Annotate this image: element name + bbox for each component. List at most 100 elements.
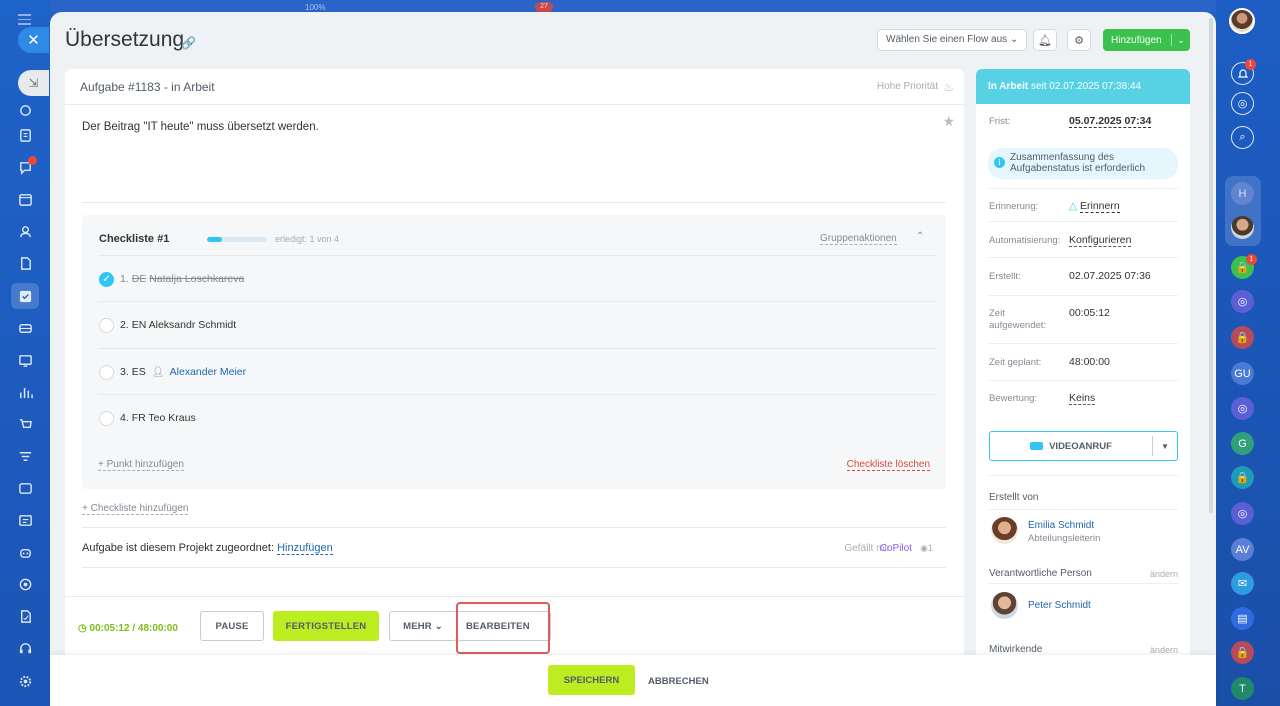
chat-avatar-g[interactable]: G xyxy=(1231,432,1254,455)
files-icon[interactable] xyxy=(17,255,33,271)
settings-button[interactable]: ⚙ xyxy=(1067,29,1091,51)
cancel-button[interactable]: ABBRECHEN xyxy=(648,676,709,687)
workflow-icon[interactable] xyxy=(17,512,33,528)
checklist-item-lang: FR xyxy=(131,412,146,424)
flow-select[interactable]: Wählen Sie einen Flow aus ⌄ xyxy=(877,29,1028,51)
checklist-item[interactable]: 4. FR Teo Kraus xyxy=(98,394,936,440)
checklist-title: Checkliste #1 xyxy=(99,233,170,245)
group-actions-link[interactable]: Gruppenaktionen xyxy=(820,233,897,245)
chat-avatar-h[interactable]: H xyxy=(1231,182,1254,205)
project-label: Aufgabe ist diesem Projekt zugeordnet: xyxy=(82,542,275,554)
settings-icon[interactable] xyxy=(17,673,33,689)
inventory-icon[interactable] xyxy=(17,480,33,496)
edit-button-highlight xyxy=(456,602,550,654)
page-title: Übersetzung xyxy=(65,28,185,51)
add-button-label: Hinzufügen xyxy=(1111,34,1162,46)
more-button[interactable]: MEHR ⌄ xyxy=(389,611,457,641)
copilot-chat-icon-2[interactable]: ◎ xyxy=(1231,397,1254,420)
feed-icon[interactable] xyxy=(17,102,33,118)
flow-select-label: Wählen Sie einen Flow aus xyxy=(886,34,1008,45)
finish-button[interactable]: FERTIGSTELLEN xyxy=(273,611,379,641)
checklist-item[interactable]: ✓ 1. DE Natalja Loschkareva xyxy=(98,255,936,301)
add-project-link[interactable]: Hinzufügen xyxy=(277,542,333,555)
checklist-done-count: erledigt: 1 von 4 xyxy=(275,234,340,244)
scrollbar[interactable] xyxy=(1209,18,1213,513)
tasks-icon[interactable] xyxy=(17,288,33,304)
avatar[interactable] xyxy=(991,592,1018,619)
checklist-item[interactable]: 2. EN Aleksandr Schmidt xyxy=(98,301,936,347)
sign-icon[interactable] xyxy=(17,608,33,624)
task-description: Der Beitrag "IT heute" muss übersetzt we… xyxy=(82,121,319,133)
contacts-icon[interactable] xyxy=(17,223,33,239)
add-button[interactable]: Hinzufügen ⌄ xyxy=(1103,29,1190,51)
automation-icon[interactable] xyxy=(17,448,33,464)
bot-icon[interactable] xyxy=(17,544,33,560)
analytics-icon[interactable] xyxy=(17,384,33,400)
creator-name[interactable]: Emilia Schmidt xyxy=(1028,520,1094,531)
delete-checklist-link[interactable]: Checkliste löschen xyxy=(846,459,930,471)
add-checklist-item-link[interactable]: + Punkt hinzufügen xyxy=(98,459,184,471)
chat-avatar-letter: T xyxy=(1239,682,1246,695)
document-icon[interactable] xyxy=(17,127,33,143)
chevron-down-icon[interactable]: ⌄ xyxy=(1172,35,1190,46)
save-button[interactable]: SPEICHERN xyxy=(548,665,635,695)
chevron-up-icon[interactable]: ⌃ xyxy=(916,231,924,242)
checkbox-checked[interactable]: ✓ xyxy=(99,272,114,287)
menu-icon[interactable] xyxy=(18,14,31,28)
checklist-item-num: 3. xyxy=(120,366,129,378)
shop-icon[interactable] xyxy=(17,416,33,432)
checklist-item[interactable]: 3. ES 👤︎ Alexander Meier xyxy=(98,348,936,394)
responsible-name[interactable]: Peter Schmidt xyxy=(1028,600,1091,611)
deadline-value[interactable]: 05.07.2025 07:34 xyxy=(1069,115,1152,128)
copilot-link[interactable]: CoPilot xyxy=(880,543,912,554)
checkbox[interactable] xyxy=(99,365,114,380)
automation-link[interactable]: Konfigurieren xyxy=(1069,234,1132,247)
crm-icon[interactable] xyxy=(17,320,33,336)
checkbox[interactable] xyxy=(99,411,114,426)
reminder-control[interactable]: △ Erinnern xyxy=(1069,200,1120,213)
star-icon[interactable]: ★ xyxy=(942,113,955,130)
change-responsible-link[interactable]: ändern xyxy=(1150,569,1178,579)
board-chat-icon[interactable]: ▤ xyxy=(1231,607,1254,630)
avatar[interactable] xyxy=(991,517,1018,544)
chevron-down-icon[interactable]: ▼ xyxy=(1153,442,1177,451)
status-summary-notice: i Zusammenfassung des Aufgabenstatus ist… xyxy=(988,148,1178,179)
close-slider-button[interactable]: ✕ xyxy=(18,27,49,53)
add-checklist-link[interactable]: + Checkliste hinzufügen xyxy=(82,503,189,515)
change-participants-link[interactable]: ändern xyxy=(1150,645,1178,655)
bell-button[interactable]: 🔔︎ xyxy=(1033,29,1057,51)
chat-avatar-t[interactable]: T xyxy=(1231,677,1254,700)
chat-avatar-av[interactable]: AV xyxy=(1231,538,1254,561)
checklist-item-name: Aleksandr Schmidt xyxy=(148,319,237,331)
message-chat-icon[interactable]: ✉ xyxy=(1231,572,1254,595)
support-icon[interactable] xyxy=(17,640,33,656)
checklist-item-person-link[interactable]: Alexander Meier xyxy=(170,366,246,378)
video-call-main[interactable]: VIDEOANRUF xyxy=(990,441,1152,452)
copy-link-icon[interactable]: 🔗 xyxy=(181,36,196,50)
search-chat-icon[interactable]: ⌕ xyxy=(1231,126,1254,149)
lock-chat-icon-3[interactable]: 🔒 xyxy=(1231,466,1254,489)
flame-icon[interactable]: ♨ xyxy=(943,80,954,94)
pause-button[interactable]: PAUSE xyxy=(200,611,264,641)
user-avatar[interactable] xyxy=(1229,8,1255,34)
target-icon[interactable] xyxy=(17,576,33,592)
rating-link[interactable]: Keins xyxy=(1069,392,1096,405)
checklist-item-lang: DE xyxy=(131,273,147,285)
time-spent-label: Zeit aufgewendet: xyxy=(989,308,1047,331)
chat-avatar-person[interactable] xyxy=(1231,216,1254,239)
time-spent-value: 00:05:12 xyxy=(1069,307,1110,319)
chat-avatar-gu[interactable]: GU xyxy=(1231,362,1254,385)
lock-chat-icon-4[interactable]: 🔒 xyxy=(1231,641,1254,664)
copilot-chat-icon[interactable]: ◎ xyxy=(1231,290,1254,313)
copilot-icon[interactable]: ◎ xyxy=(1231,92,1254,115)
checklist-item-text: 1. DE Natalja Loschkareva xyxy=(120,273,244,285)
checkbox[interactable] xyxy=(99,318,114,333)
responsible-label: Verantwortliche Person xyxy=(989,568,1092,579)
sites-icon[interactable] xyxy=(17,352,33,368)
collapse-slider-button[interactable]: ⇲ xyxy=(18,70,49,96)
video-call-button[interactable]: VIDEOANRUF ▼ xyxy=(989,431,1178,461)
zoom-label: 100% xyxy=(305,3,326,12)
lock-chat-icon-2[interactable]: 🔒 xyxy=(1231,326,1254,349)
calendar-icon[interactable] xyxy=(17,191,33,207)
copilot-chat-icon-3[interactable]: ◎ xyxy=(1231,502,1254,525)
